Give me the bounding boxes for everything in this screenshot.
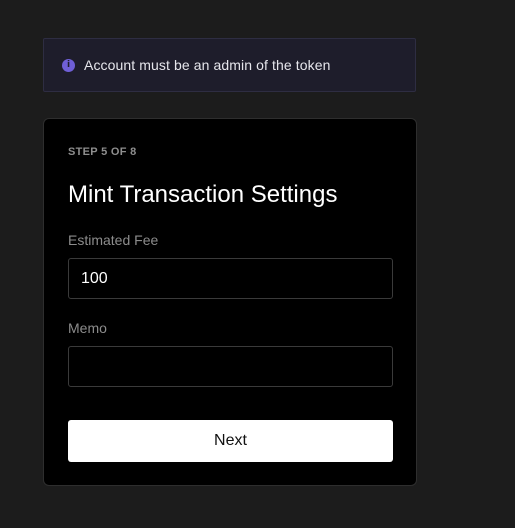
- next-button[interactable]: Next: [68, 420, 393, 462]
- memo-label: Memo: [68, 320, 107, 336]
- notice-text: Account must be an admin of the token: [84, 57, 331, 73]
- step-indicator: STEP 5 OF 8: [68, 146, 137, 158]
- mint-settings-card: STEP 5 OF 8 Mint Transaction Settings Es…: [43, 118, 417, 486]
- admin-notice: i Account must be an admin of the token: [43, 38, 416, 92]
- estimated-fee-label: Estimated Fee: [68, 232, 159, 248]
- info-icon: i: [62, 58, 75, 72]
- page-title: Mint Transaction Settings: [68, 181, 338, 208]
- memo-input[interactable]: [68, 346, 393, 387]
- estimated-fee-input[interactable]: [68, 258, 393, 299]
